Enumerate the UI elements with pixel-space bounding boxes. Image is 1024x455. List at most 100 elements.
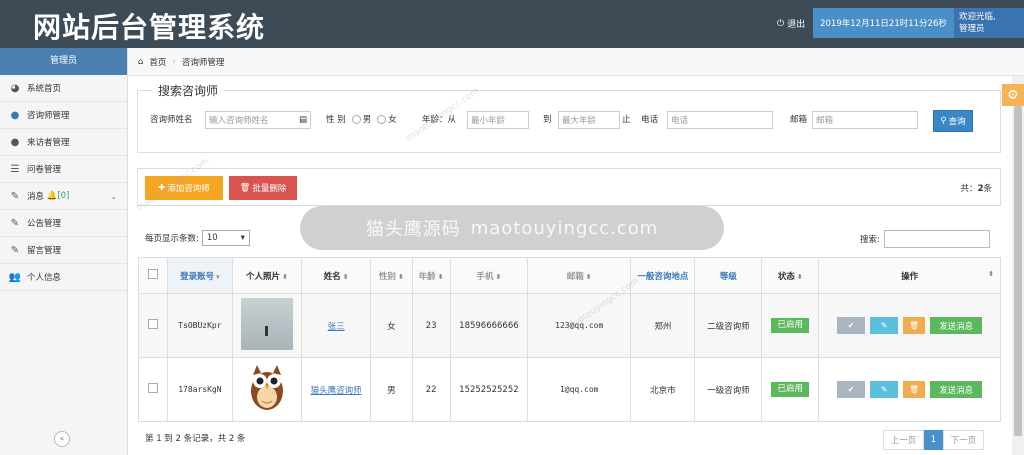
col-account[interactable]: 登录账号 ▾: [166, 257, 233, 294]
edit-button[interactable]: ✎: [870, 381, 899, 398]
logout-button[interactable]: ⏻ 退出: [777, 17, 805, 31]
batch-delete-button[interactable]: 🗑 批量删除: [229, 176, 297, 200]
sidebar-title: 管理员: [0, 48, 127, 75]
col-name[interactable]: 姓名 ⬍: [301, 257, 372, 294]
age-min-wrap: 最小年龄: [467, 111, 529, 129]
status-cell: 已启用: [761, 357, 820, 422]
account-cell: TsOBUzKpr: [166, 293, 233, 358]
table-search-input[interactable]: [883, 230, 990, 248]
phone-input[interactable]: 电话: [667, 111, 773, 129]
prev-page-button[interactable]: 上一页: [883, 430, 924, 450]
id-card-icon: ▤: [298, 115, 307, 125]
edit-button[interactable]: ✎: [870, 317, 899, 334]
col-phone[interactable]: 手机 ⬍: [449, 257, 529, 294]
search-panel-title: 搜索咨询师: [152, 82, 225, 99]
sidebar-item-label: 消息: [27, 192, 45, 202]
sidebar-collapse-button[interactable]: «: [54, 431, 70, 447]
sidebar-item-label: 系统首页: [27, 84, 62, 94]
dashboard-icon: ◕: [10, 82, 20, 94]
check-icon: ✔: [847, 321, 855, 330]
page-scrollbar[interactable]: [1012, 76, 1024, 455]
approve-button[interactable]: ✔: [837, 317, 866, 334]
delete-button[interactable]: 🗑: [903, 381, 926, 398]
counselor-name-link[interactable]: 猫头鹰咨询师: [311, 386, 362, 396]
email-input-wrap: 邮箱: [812, 111, 918, 129]
status-badge[interactable]: 已启用: [771, 318, 810, 333]
email-filter: 邮箱: [790, 113, 807, 125]
list-icon: ☰: [10, 163, 20, 175]
age-max-input[interactable]: 最大年龄: [558, 111, 620, 129]
pagination: 上一页 1 下一页: [883, 430, 984, 450]
table-row: 178arsKgN 猫头鹰咨询师 男 22 15252525252 1@qq.c…: [138, 357, 1001, 422]
col-age[interactable]: 年龄 ⬍: [411, 257, 451, 294]
age-label: 年龄：从: [422, 115, 457, 125]
age-max-wrap: 最大年龄: [558, 111, 620, 129]
gender-filter: 性 别 男 女: [326, 113, 397, 125]
col-gender[interactable]: 性别 ⬍: [370, 257, 413, 294]
col-photo[interactable]: 个人照片 ⬍: [231, 257, 303, 294]
sidebar-item-label: 问卷管理: [27, 165, 62, 175]
page-1-button[interactable]: 1: [924, 430, 943, 450]
col-location[interactable]: 一般咨询地点: [630, 257, 696, 294]
sidebar-item-home[interactable]: ◕ 系统首页: [0, 75, 127, 102]
actions-cell: ✔ ✎ 🗑 发送消息: [818, 357, 1001, 422]
location-cell: 郑州: [630, 293, 696, 358]
approve-button[interactable]: ✔: [837, 381, 866, 398]
sidebar-item-messages[interactable]: ✎ 消息 🔔 [0] ⌄: [0, 183, 127, 210]
gear-icon[interactable]: ⚙: [1002, 84, 1024, 106]
scrollbar-thumb[interactable]: [1014, 106, 1022, 436]
counselor-photo: [241, 298, 293, 350]
sort-icon: ⬍: [585, 272, 592, 281]
sidebar-item-counselors[interactable]: ● 咨询师管理: [0, 102, 127, 129]
email-input[interactable]: 邮箱: [812, 111, 918, 129]
edit-icon: ✎: [10, 244, 20, 256]
name-input-wrap: 输入咨询师姓名 ▤: [205, 111, 311, 129]
send-message-button[interactable]: 发送消息: [930, 381, 983, 398]
sidebar-item-questionnaires[interactable]: ☰ 问卷管理: [0, 156, 127, 183]
location-cell: 北京市: [630, 357, 696, 422]
gender-female-radio[interactable]: [377, 114, 387, 124]
row-checkbox[interactable]: [147, 383, 158, 393]
age-cell: 22: [411, 357, 451, 422]
page-size-label: 每页显示条数:: [145, 234, 199, 244]
bell-icon: 🔔: [44, 191, 58, 201]
breadcrumb-home[interactable]: 首页: [149, 56, 166, 68]
phone-cell: 18596666666: [449, 293, 529, 358]
col-email[interactable]: 邮箱 ⬍: [527, 257, 632, 294]
sidebar-item-announcements[interactable]: ✎ 公告管理: [0, 210, 127, 237]
sidebar-item-visitors[interactable]: ● 来访者管理: [0, 129, 127, 156]
sidebar-item-guestbook[interactable]: ✎ 留言管理: [0, 237, 127, 264]
status-badge[interactable]: 已启用: [771, 382, 810, 397]
top-header: 网站后台管理系统 ⏻ 退出 2019年12月11日21时11分26秒 欢迎光临,…: [0, 0, 1024, 48]
row-checkbox[interactable]: [147, 319, 158, 329]
welcome-line2: 管理员: [959, 24, 985, 34]
check-icon: ✔: [847, 385, 855, 394]
users-icon: 👥: [8, 271, 22, 283]
counselor-name-link[interactable]: 张三: [328, 322, 345, 332]
delete-button[interactable]: 🗑: [903, 317, 926, 334]
col-status[interactable]: 状态 ⬍: [761, 257, 820, 294]
plus-icon: ✚: [158, 183, 166, 193]
chevron-right-icon: ›: [172, 56, 176, 67]
gender-male-radio[interactable]: [351, 114, 361, 124]
age-min-input[interactable]: 最小年龄: [467, 111, 529, 129]
owl-avatar: [251, 365, 283, 410]
sidebar-item-profile[interactable]: 👥 个人信息: [0, 264, 127, 291]
search-icon: ⚲: [940, 116, 947, 126]
trash-icon: 🗑: [909, 321, 920, 330]
table-search-label: 搜索:: [860, 235, 880, 245]
name-input[interactable]: 输入咨询师姓名 ▤: [205, 111, 311, 129]
search-panel: 搜索咨询师 咨询师姓名 输入咨询师姓名 ▤ 性 别 男 女 年龄：从 最小年龄 …: [137, 82, 1001, 153]
add-counselor-button[interactable]: ✚ 添加咨询师: [145, 176, 223, 200]
email-cell: 123@qq.com: [527, 293, 632, 358]
select-all-checkbox[interactable]: [147, 269, 158, 279]
edit-icon: ✎: [880, 385, 888, 394]
col-level[interactable]: 等级: [694, 257, 763, 294]
sort-icon: ⬍: [796, 272, 803, 281]
send-message-button[interactable]: 发送消息: [930, 317, 983, 334]
edit-icon: ✎: [10, 190, 20, 202]
sidebar: 管理员 ◕ 系统首页 ● 咨询师管理 ● 来访者管理 ☰ 问卷管理 ✎ 消息 🔔…: [0, 48, 128, 455]
next-page-button[interactable]: 下一页: [943, 430, 984, 450]
page-size-select[interactable]: 10 ▾: [201, 230, 250, 246]
query-button[interactable]: ⚲ 查询: [933, 110, 973, 132]
